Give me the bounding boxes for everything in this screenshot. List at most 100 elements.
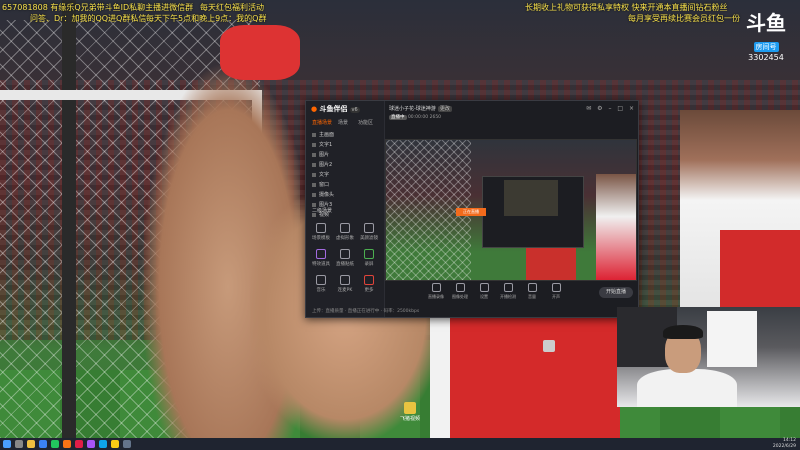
cam-person-body bbox=[637, 369, 737, 407]
speaker-icon bbox=[551, 283, 561, 292]
folder-icon[interactable] bbox=[27, 440, 35, 448]
message-icon[interactable]: ✉ bbox=[586, 105, 591, 112]
cam-person-hair bbox=[663, 325, 703, 339]
edit-title-button[interactable]: 更改 bbox=[437, 106, 452, 112]
brand-icon: ● bbox=[311, 105, 318, 113]
tab-live-scene[interactable]: 直播场景 bbox=[312, 119, 332, 126]
right-player-shirt bbox=[720, 230, 800, 310]
record-icon bbox=[364, 249, 374, 259]
scene-label: 二级场景 bbox=[312, 208, 333, 214]
tool-beauty[interactable]: 美颜滤镜 bbox=[358, 221, 380, 245]
video-app-icon bbox=[404, 402, 416, 414]
chat-icon[interactable] bbox=[51, 440, 59, 448]
goal-post-left bbox=[62, 0, 76, 438]
desktop-icon-video[interactable]: 飞猪视频 bbox=[400, 402, 420, 422]
image-icon bbox=[455, 283, 465, 292]
app-sidebar: ● 斗鱼伴侣 v6 直播场景 场景 功能区 主画面 文字1 图片 图片2 文字 窗… bbox=[306, 101, 385, 317]
maximize-icon[interactable]: □ bbox=[617, 105, 623, 112]
source-item[interactable]: 文字1 bbox=[312, 141, 382, 149]
btn-sound[interactable]: 开声 bbox=[545, 283, 567, 300]
pk-icon bbox=[340, 275, 350, 285]
source-item[interactable]: 窗口 bbox=[312, 181, 382, 189]
settings-icon[interactable]: ⚙ bbox=[597, 105, 602, 112]
logo-mark: 斗鱼 bbox=[746, 11, 786, 35]
douyu-logo: 斗鱼 房间号 3302454 bbox=[742, 12, 790, 62]
webcam-overlay bbox=[617, 307, 800, 407]
tool-pk[interactable]: 连麦PK bbox=[334, 273, 356, 297]
room-number: 3302454 bbox=[748, 53, 784, 62]
sticker-icon bbox=[340, 249, 350, 259]
music-icon bbox=[316, 275, 326, 285]
source-icon bbox=[312, 202, 316, 207]
ticker-right-mid: 每月享受再续比赛会员红包一份 bbox=[628, 14, 740, 23]
template-icon bbox=[316, 223, 326, 233]
stream-app-icon[interactable] bbox=[63, 440, 71, 448]
app-icon-4[interactable] bbox=[123, 440, 131, 448]
source-item[interactable]: 文字 bbox=[312, 171, 382, 179]
tool-effects[interactable]: 特效道具 bbox=[310, 247, 332, 271]
cam-jersey bbox=[707, 311, 757, 367]
app-icon-3[interactable] bbox=[111, 440, 119, 448]
red-shirt-raised bbox=[220, 25, 300, 80]
app-brand: ● 斗鱼伴侣 v6 bbox=[311, 104, 360, 114]
desktop-icon[interactable] bbox=[543, 340, 555, 353]
app-icon-2[interactable] bbox=[99, 440, 107, 448]
tool-record[interactable]: 录屏 bbox=[358, 247, 380, 271]
ticker-left-mid-right: 每天下午5点和晚上9点：我的Q群 bbox=[146, 14, 267, 23]
preview-right-player bbox=[596, 174, 636, 280]
minimize-icon[interactable]: – bbox=[608, 105, 611, 112]
system-tray[interactable]: 14:12 2022/6/29 bbox=[773, 438, 796, 450]
desktop-icon-label: 飞猪视频 bbox=[400, 416, 421, 422]
video-icon[interactable] bbox=[75, 440, 83, 448]
stream-status: 直播中 00:00:00 2650 bbox=[389, 114, 441, 120]
source-icon bbox=[312, 172, 316, 177]
effects-icon bbox=[316, 249, 326, 259]
btn-recording[interactable]: 直播录像 bbox=[425, 283, 447, 300]
tool-avatar[interactable]: 虚拟形象 bbox=[334, 221, 356, 245]
app-icon bbox=[543, 340, 555, 352]
btn-volume[interactable]: 音量 bbox=[521, 283, 543, 300]
taskbar: 14:12 2022/6/29 bbox=[0, 438, 800, 450]
recording-icon bbox=[431, 283, 441, 292]
brand-name: 斗鱼伴侣 bbox=[319, 105, 348, 113]
btn-check[interactable]: 开播检测 bbox=[497, 283, 519, 300]
window-controls: ✉ ⚙ – □ × bbox=[582, 105, 634, 112]
tool-more[interactable]: 更多 bbox=[358, 273, 380, 297]
btn-settings[interactable]: 设置 bbox=[473, 283, 495, 300]
close-icon[interactable]: × bbox=[629, 105, 634, 112]
search-icon[interactable] bbox=[15, 440, 23, 448]
ticker-left-mid: 问答、Dr：加我的QQ进Q群私信 bbox=[30, 14, 147, 23]
version-badge: v6 bbox=[349, 107, 360, 113]
live-preview[interactable]: 正在直播 bbox=[385, 139, 637, 281]
source-item[interactable]: 图片2 bbox=[312, 161, 382, 169]
tool-scene-template[interactable]: 场景模板 bbox=[310, 221, 332, 245]
go-live-button[interactable]: 开始直播 bbox=[599, 287, 633, 298]
tab-scene[interactable]: 场景 bbox=[338, 119, 348, 126]
ticker-right-top: 长期收上礼物可获得私享特权 快来开通本直播间钻石粉丝 bbox=[525, 3, 728, 12]
source-icon bbox=[312, 162, 316, 167]
streaming-app-window[interactable]: ● 斗鱼伴侣 v6 直播场景 场景 功能区 主画面 文字1 图片 图片2 文字 窗… bbox=[305, 100, 639, 318]
beauty-icon bbox=[364, 223, 374, 233]
tool-sticker[interactable]: 直播贴纸 bbox=[334, 247, 356, 271]
btn-image[interactable]: 图像处理 bbox=[449, 283, 471, 300]
browser-icon[interactable] bbox=[39, 440, 47, 448]
source-icon bbox=[312, 142, 316, 147]
gear-icon bbox=[479, 283, 489, 292]
source-icon bbox=[312, 192, 316, 197]
viewer-count: 2650 bbox=[429, 115, 442, 120]
ticker-left-top-right: 每天红包福利活动 bbox=[200, 3, 264, 12]
source-item[interactable]: 图片 bbox=[312, 151, 382, 159]
live-badge: 直播中 bbox=[389, 115, 407, 120]
more-icon bbox=[364, 275, 374, 285]
clock-date: 2022/6/29 bbox=[772, 444, 796, 449]
start-icon[interactable] bbox=[3, 440, 11, 448]
tool-music[interactable]: 音乐 bbox=[310, 273, 332, 297]
room-label: 房间号 bbox=[753, 42, 779, 52]
volume-icon bbox=[527, 283, 537, 292]
source-icon bbox=[312, 152, 316, 157]
check-icon bbox=[503, 283, 513, 292]
source-item[interactable]: 摄像头 bbox=[312, 191, 382, 199]
source-item[interactable]: 主画面 bbox=[312, 131, 382, 139]
music-app-icon[interactable] bbox=[87, 440, 95, 448]
tab-function[interactable]: 功能区 bbox=[358, 119, 373, 126]
